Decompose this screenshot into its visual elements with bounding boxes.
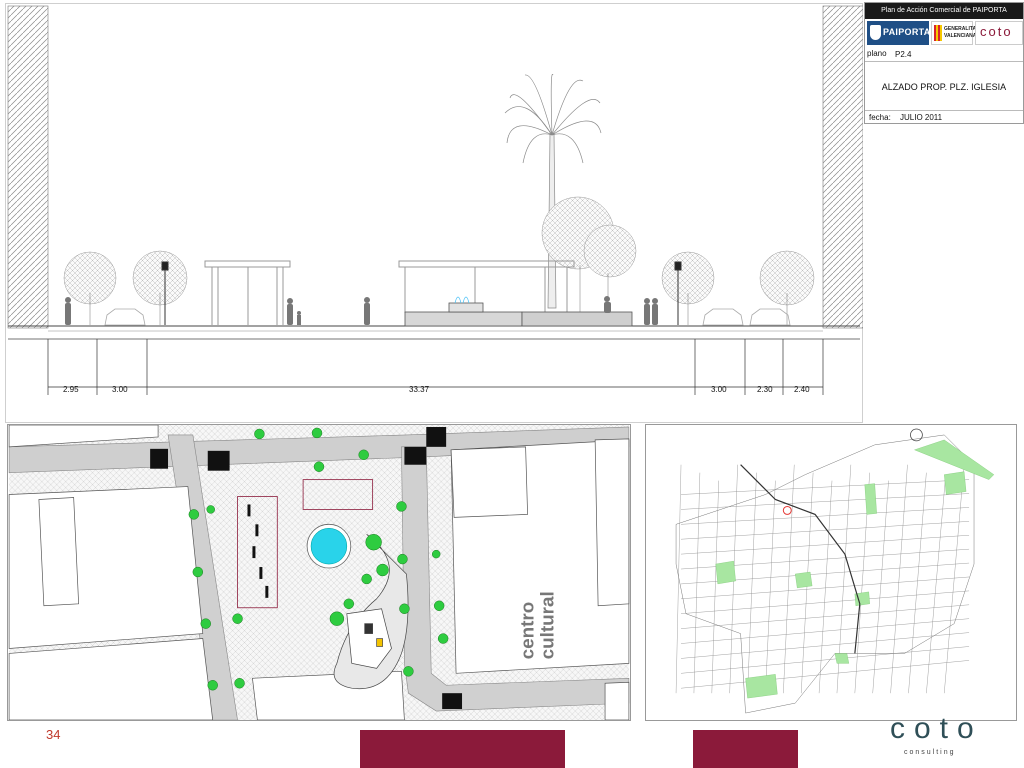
flag-icon: [934, 25, 942, 41]
fecha-label: fecha:: [869, 113, 891, 122]
dimension-label: 3.00: [711, 385, 727, 394]
dimension-label: 2.95: [63, 385, 79, 394]
dimension-label: 3.00: [112, 385, 128, 394]
generalitat-logo: GENERALITAT VALENCIANA: [931, 21, 979, 45]
city-location-map: [645, 424, 1017, 721]
pergola-left: [204, 260, 291, 325]
dimension-label: 2.40: [794, 385, 810, 394]
footer-brand-logo: coto: [890, 712, 983, 745]
dimension-label: 33.37: [409, 385, 430, 394]
site-plan: centro cultural: [7, 424, 631, 721]
right-wall: [822, 5, 863, 329]
generalitat-logo-text: GENERALITAT VALENCIANA: [944, 26, 979, 39]
footer-bar: [693, 730, 798, 768]
page-number: 34: [46, 727, 61, 742]
dimension-label: 2.30: [757, 385, 773, 394]
divider: [865, 110, 1023, 111]
plan-label-line1: centro: [517, 602, 538, 660]
paiporta-logo-text: PAIPORTA: [883, 27, 931, 37]
plano-label: plano: [867, 49, 887, 58]
title-block-header: Plan de Acción Comercial de PAIPORTA: [865, 3, 1023, 19]
coto-logo-text: coto: [980, 24, 1013, 39]
fecha-value: JULIO 2011: [900, 113, 943, 122]
footer-bar: [360, 730, 565, 768]
drawing-title: ALZADO PROP. PLZ. IGLESIA: [881, 82, 1007, 92]
shield-icon: [870, 25, 881, 40]
left-wall: [7, 5, 49, 329]
paiporta-logo: PAIPORTA: [867, 21, 931, 45]
title-block: Plan de Acción Comercial de PAIPORTA PAI…: [864, 2, 1024, 124]
fountain: [306, 523, 352, 569]
coto-logo: coto: [975, 21, 1023, 45]
elevation-drawing: 2.95 3.00 33.37 3.00 2.30 2.40: [5, 3, 863, 423]
plano-value: P2.4: [895, 50, 912, 59]
divider: [865, 61, 1023, 62]
plan-label-line2: cultural: [536, 591, 557, 659]
footer-brand-subtitle: consulting: [904, 749, 956, 756]
